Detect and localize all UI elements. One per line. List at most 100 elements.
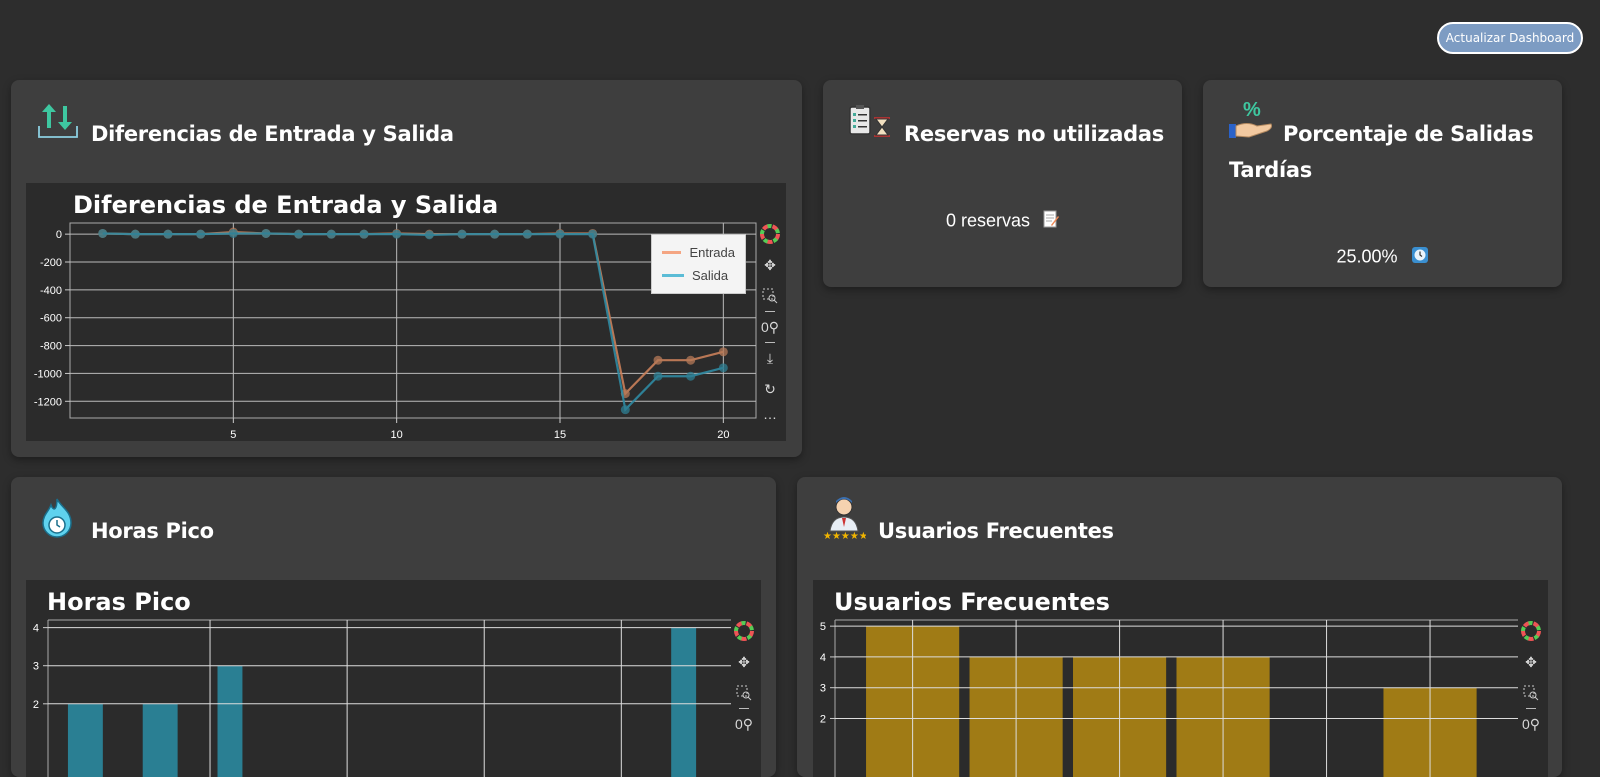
data-point-entrada — [653, 355, 663, 365]
box-zoom-icon[interactable] — [1520, 682, 1542, 704]
y-tick-label: 3 — [820, 683, 826, 695]
bar — [217, 665, 243, 777]
data-point-salida — [392, 229, 402, 239]
chart-frequent-users: Usuarios Frecuentes 2345 ✥ 0⚲ — [813, 580, 1548, 777]
data-point-salida — [261, 228, 271, 238]
bokeh-logo-icon[interactable] — [1520, 620, 1542, 642]
data-point-salida — [424, 230, 434, 240]
toolbar-separator — [739, 708, 749, 709]
y-tick-label: 0 — [56, 229, 62, 241]
pan-icon[interactable]: ✥ — [1520, 651, 1542, 673]
clock-icon — [1411, 246, 1429, 269]
y-tick-label: 3 — [33, 661, 39, 673]
percent-hand-icon: % — [1229, 100, 1272, 138]
data-point-salida — [555, 229, 565, 239]
entrada-swatch — [662, 251, 682, 254]
data-point-salida — [718, 363, 728, 373]
save-icon[interactable]: ⤓ — [759, 347, 781, 369]
more-icon[interactable]: … — [759, 406, 781, 422]
refresh-dashboard-button[interactable]: Actualizar Dashboard — [1437, 22, 1583, 54]
wheel-zoom-icon[interactable]: 0⚲ — [1520, 713, 1542, 735]
line-chart[interactable]: 0 -200 -400 -600 -800 -1000 -1200 5 10 15 20 — [26, 183, 786, 441]
card-title: Porcentaje de Salidas — [1283, 116, 1534, 152]
chart-toolbar: ✥ 0⚲ — [731, 620, 757, 744]
late-exits-value: 25.00% — [1336, 246, 1398, 267]
data-point-salida — [359, 229, 369, 239]
chart-differences: Diferencias de Entrada y Salida 0 -200 -40… — [26, 183, 786, 441]
data-point-entrada — [718, 347, 728, 357]
bar-chart[interactable]: 2 3 4 — [26, 580, 761, 777]
y-tick-label: 4 — [820, 652, 826, 664]
card-title: Diferencias de Entrada y Salida — [91, 122, 454, 146]
card-peak-hours: Horas Pico Horas Pico 234 ✥ 0⚲ — [11, 477, 776, 777]
bokeh-logo-icon[interactable] — [733, 620, 755, 642]
data-point-salida — [98, 228, 108, 238]
y-tick-label: 4 — [33, 623, 39, 635]
bar — [671, 627, 697, 777]
card-title: Horas Pico — [91, 519, 214, 543]
data-point-salida — [686, 371, 696, 381]
reset-icon[interactable]: ↻ — [759, 378, 781, 400]
data-point-salida — [130, 229, 140, 239]
data-point-salida — [163, 229, 173, 239]
data-point-salida — [457, 229, 467, 239]
card-title: Reservas no utilizadas — [904, 122, 1164, 146]
series-line-salida — [102, 232, 724, 412]
bokeh-logo-icon[interactable] — [759, 223, 781, 245]
box-zoom-icon[interactable] — [733, 682, 755, 704]
toolbar-separator — [765, 311, 775, 312]
y-tick-label: -200 — [40, 257, 62, 269]
card-frequent-users: ★★★★★ Usuarios Frecuentes Usuarios Frecu… — [797, 477, 1562, 777]
star-user-icon: ★★★★★ — [823, 497, 866, 541]
wheel-zoom-icon[interactable]: 0⚲ — [759, 316, 781, 338]
data-point-salida — [196, 229, 206, 239]
pan-icon[interactable]: ✥ — [733, 651, 755, 673]
bar-chart[interactable]: 2 3 4 5 — [813, 580, 1548, 777]
card-title: Usuarios Frecuentes — [878, 519, 1114, 543]
legend-label: Entrada — [689, 245, 735, 260]
late-exits-stat: 25.00% — [1203, 246, 1562, 269]
wheel-zoom-icon[interactable]: 0⚲ — [733, 713, 755, 735]
y-tick-label: -1000 — [34, 368, 62, 380]
legend-item-entrada: Entrada — [662, 241, 735, 264]
card-title-line1: Porcentaje de Salidas — [1283, 122, 1534, 146]
data-point-salida — [228, 228, 238, 238]
data-point-salida — [620, 405, 630, 415]
memo-icon — [1043, 210, 1060, 233]
data-point-salida — [326, 229, 336, 239]
y-tick-label: -600 — [40, 313, 62, 325]
x-tick-label: 5 — [230, 429, 236, 441]
pan-icon[interactable]: ✥ — [759, 254, 781, 276]
data-point-salida — [490, 229, 500, 239]
series-line-entrada — [102, 230, 724, 396]
y-tick-label: -1200 — [34, 396, 62, 408]
data-point-salida — [653, 371, 663, 381]
data-point-salida — [588, 229, 598, 239]
x-tick-label: 10 — [391, 429, 403, 441]
bar — [142, 703, 178, 777]
unused-reservations-stat: 0 reservas — [823, 210, 1182, 233]
card-differences: Diferencias de Entrada y Salida Diferenc… — [11, 80, 802, 457]
arrows-up-down-icon — [38, 104, 78, 138]
data-point-salida — [522, 229, 532, 239]
y-tick-label: 2 — [820, 713, 826, 725]
clock-flame-icon — [42, 498, 72, 538]
svg-text:%: % — [1243, 100, 1261, 121]
card-unused-reservations: Reservas no utilizadas 0 reservas — [823, 80, 1182, 287]
toolbar-separator — [1526, 708, 1536, 709]
chart-peak-hours: Horas Pico 234 ✥ 0⚲ — [26, 580, 761, 777]
x-tick-label: 20 — [717, 429, 729, 441]
bar — [67, 703, 103, 777]
box-zoom-icon[interactable] — [759, 285, 781, 307]
unused-reservations-value: 0 reservas — [945, 210, 1031, 231]
salida-swatch — [662, 274, 684, 277]
data-point-salida — [294, 229, 304, 239]
toolbar-separator — [765, 342, 775, 343]
y-tick-label: 5 — [820, 621, 826, 633]
data-point-entrada — [686, 355, 696, 365]
svg-text:★★★★★: ★★★★★ — [823, 531, 866, 541]
card-late-exits: % Porcentaje de Salidas Tardías 25.00% — [1203, 80, 1562, 287]
chart-legend: Entrada Salida — [651, 234, 746, 294]
x-tick-label: 15 — [554, 429, 566, 441]
card-title-continued: Tardías — [1229, 158, 1312, 182]
